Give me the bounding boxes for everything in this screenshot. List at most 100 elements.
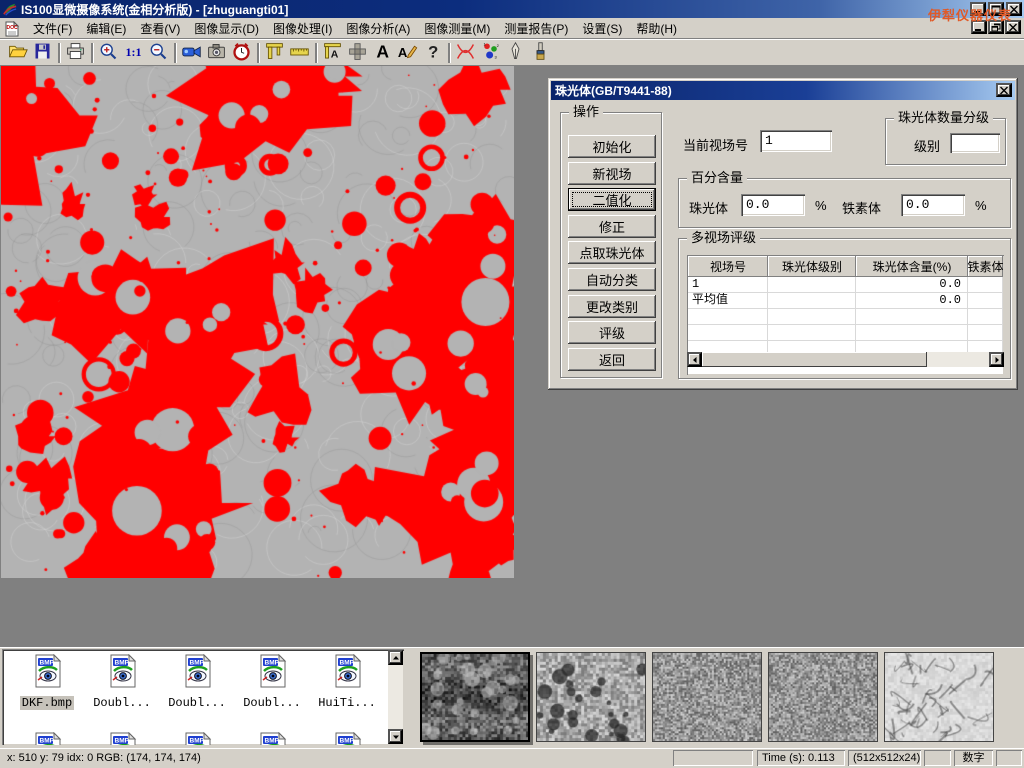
table-row[interactable]: [688, 325, 1003, 341]
svg-text:?: ?: [428, 42, 438, 61]
annotate-button[interactable]: A: [395, 41, 420, 65]
file-item-partial[interactable]: BMP: [312, 732, 382, 745]
toolbar-separator: [315, 43, 317, 63]
toolbar-separator: [257, 43, 259, 63]
mdi-minimize-button[interactable]: [971, 20, 987, 34]
pen-button[interactable]: [503, 41, 528, 65]
menu-item-9[interactable]: 设置(S): [575, 20, 629, 38]
menu-item-5[interactable]: 图像处理(I): [266, 20, 339, 38]
window-minimize-button[interactable]: [970, 2, 986, 16]
table-column-header[interactable]: 铁素体: [968, 256, 1003, 277]
arrow-left-icon: [691, 352, 699, 367]
scrollbar-thumb[interactable]: [702, 352, 927, 367]
grade-input[interactable]: [950, 133, 1000, 153]
table-cell: 1: [688, 277, 768, 292]
print-button[interactable]: [63, 41, 88, 65]
pearlite-percent-input[interactable]: 0.0: [741, 194, 805, 216]
video-camera-button[interactable]: [179, 41, 204, 65]
measure-text-button[interactable]: A: [320, 41, 345, 65]
status-empty-3: [996, 750, 1022, 766]
title-bar: IS100显微摄像系统(金相分析版) - [zhuguangti01]: [0, 0, 1024, 18]
file-item[interactable]: BMPHuiTi...: [312, 654, 382, 711]
classify-balls-button[interactable]: 123: [478, 41, 503, 65]
file-item-partial[interactable]: BMP: [162, 732, 232, 745]
status-empty-2: [924, 750, 951, 766]
mdi-restore-button[interactable]: [988, 20, 1004, 34]
table-row[interactable]: [688, 309, 1003, 325]
op-button-2[interactable]: 新视场: [568, 162, 656, 185]
file-item-partial[interactable]: BMP: [237, 732, 307, 745]
table-row[interactable]: 10.0: [688, 277, 1003, 293]
ferrite-percent-input[interactable]: 0.0: [901, 194, 965, 216]
paint-brush-button[interactable]: [528, 41, 553, 65]
actual-size-button[interactable]: 1:1: [121, 41, 146, 65]
window-maximize-button[interactable]: [988, 2, 1004, 16]
menu-item-7[interactable]: 图像测量(M): [417, 20, 497, 38]
op-button-9[interactable]: 返回: [568, 348, 656, 371]
status-image-size: (512x512x24): [848, 750, 921, 766]
op-button-1[interactable]: 初始化: [568, 135, 656, 158]
image-thumbnail[interactable]: [420, 652, 530, 742]
photo-camera-button[interactable]: [204, 41, 229, 65]
mdi-close-button[interactable]: [1005, 20, 1021, 34]
scroll-left-button[interactable]: [687, 352, 702, 367]
bmp-file-icon: BMP: [87, 654, 157, 693]
file-item[interactable]: BMPDoubl...: [162, 654, 232, 711]
table-column-header[interactable]: 珠光体级别: [768, 256, 856, 277]
table-row[interactable]: 平均值0.0: [688, 293, 1003, 309]
operations-group: 操作 初始化新视场二值化修正点取珠光体自动分类更改类别评级返回: [560, 112, 662, 378]
dialog-title-bar[interactable]: 珠光体(GB/T9441-88): [551, 81, 1015, 100]
help-button[interactable]: ?: [420, 41, 445, 65]
op-button-8[interactable]: 评级: [568, 321, 656, 344]
timer-icon: [231, 41, 252, 65]
image-thumbnail[interactable]: [884, 652, 994, 742]
save-button[interactable]: [30, 41, 55, 65]
table-cell: [968, 277, 1003, 292]
table-header-row: 视场号珠光体级别珠光体含量(%)铁素体: [688, 256, 1003, 277]
open-button[interactable]: [5, 41, 30, 65]
dialog-close-button[interactable]: [996, 83, 1012, 97]
window-close-button[interactable]: [1006, 2, 1022, 16]
scroll-down-button[interactable]: [388, 729, 403, 744]
status-time: Time (s): 0.113: [757, 750, 845, 766]
caliper-button[interactable]: [262, 41, 287, 65]
table-column-header[interactable]: 视场号: [688, 256, 768, 277]
menu-item-4[interactable]: 图像显示(D): [187, 20, 266, 38]
text-button[interactable]: A: [370, 41, 395, 65]
file-item-partial[interactable]: BMP: [87, 732, 157, 745]
file-item[interactable]: BMPDoubl...: [237, 654, 307, 711]
zoom-in-button[interactable]: [96, 41, 121, 65]
image-thumbnail[interactable]: [536, 652, 646, 742]
current-field-input[interactable]: 1: [760, 130, 832, 152]
op-button-7[interactable]: 更改类别: [568, 295, 656, 318]
curve-cut-button[interactable]: [453, 41, 478, 65]
ruler-button[interactable]: [287, 41, 312, 65]
table-column-header[interactable]: 珠光体含量(%): [856, 256, 968, 277]
print-icon: [65, 41, 86, 65]
image-thumbnail[interactable]: [768, 652, 878, 742]
menu-item-2[interactable]: 编辑(E): [79, 20, 133, 38]
op-button-6[interactable]: 自动分类: [568, 268, 656, 291]
pattern-grid-button[interactable]: [345, 41, 370, 65]
scroll-up-button[interactable]: [388, 650, 403, 665]
menu-item-10[interactable]: 帮助(H): [629, 20, 684, 38]
op-button-3[interactable]: 二值化: [568, 188, 656, 211]
menu-item-3[interactable]: 查看(V): [133, 20, 187, 38]
zoom-out-button[interactable]: [146, 41, 171, 65]
file-item[interactable]: BMPDKF.bmp: [12, 654, 82, 711]
image-thumbnail[interactable]: [652, 652, 762, 742]
paint-brush-icon: [530, 41, 551, 65]
file-item-partial[interactable]: BMP: [12, 732, 82, 745]
op-button-4[interactable]: 修正: [568, 215, 656, 238]
menu-item-1[interactable]: 文件(F): [26, 20, 79, 38]
file-item[interactable]: BMPDoubl...: [87, 654, 157, 711]
measure-text-icon: A: [322, 41, 343, 65]
menu-item-6[interactable]: 图像分析(A): [339, 20, 417, 38]
metallographic-image[interactable]: [1, 66, 514, 578]
menu-item-8[interactable]: 测量报告(P): [497, 20, 575, 38]
op-button-5[interactable]: 点取珠光体: [568, 241, 656, 264]
arrow-down-icon: [392, 729, 400, 744]
current-field-label: 当前视场号: [683, 135, 748, 154]
scroll-right-button[interactable]: [989, 352, 1004, 367]
timer-button[interactable]: [229, 41, 254, 65]
